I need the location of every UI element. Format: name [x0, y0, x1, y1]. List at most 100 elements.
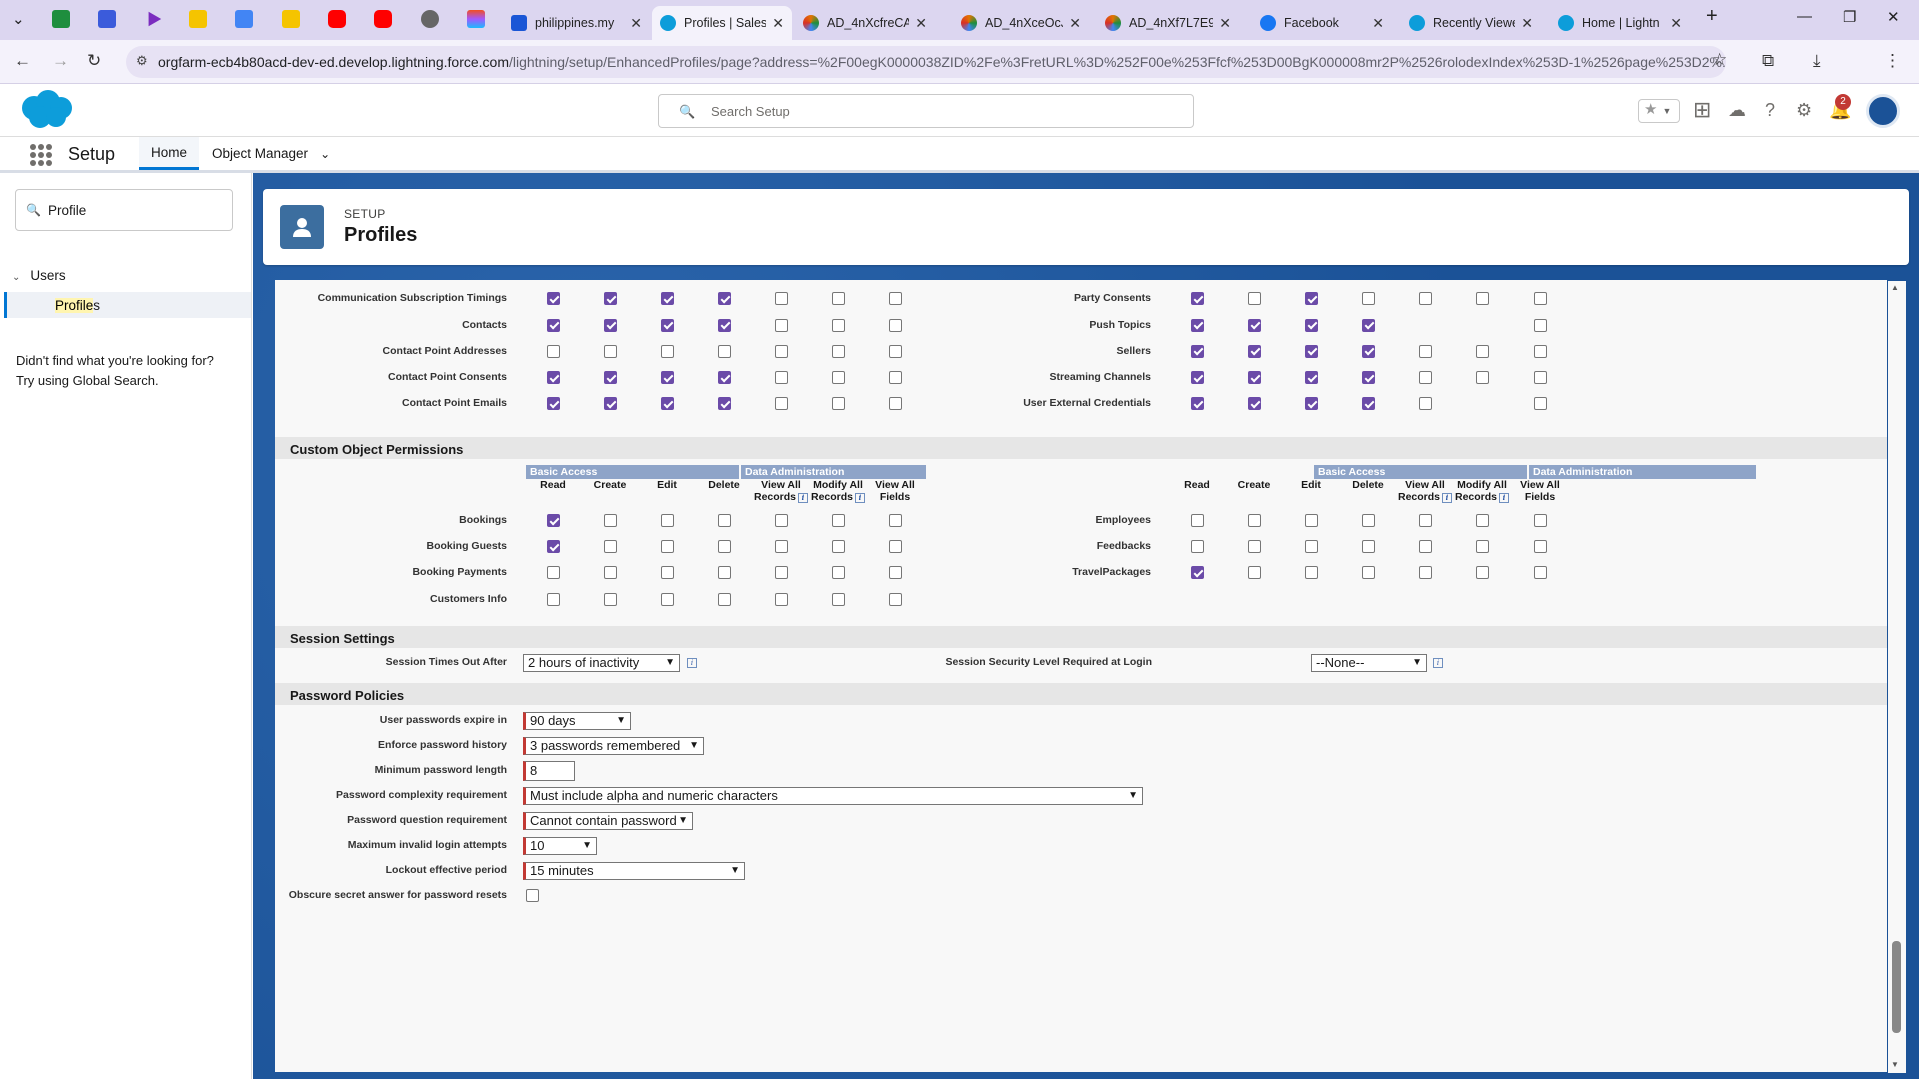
password-question-select[interactable]: Cannot contain password ▼: [523, 812, 693, 830]
permission-checkbox[interactable]: [1534, 514, 1547, 527]
password-complexity-select[interactable]: Must include alpha and numeric character…: [523, 787, 1143, 805]
permission-checkbox[interactable]: [1248, 318, 1261, 332]
permission-checkbox[interactable]: [1419, 344, 1432, 358]
scroll-down-icon[interactable]: ▼: [1891, 1060, 1899, 1069]
permission-checkbox[interactable]: [1419, 371, 1432, 384]
close-tab-icon[interactable]: ✕: [1670, 15, 1682, 32]
permission-checkbox[interactable]: [1248, 566, 1261, 580]
permission-checkbox[interactable]: [1362, 371, 1375, 384]
permission-checkbox[interactable]: [1191, 344, 1204, 358]
close-tab-icon[interactable]: ✕: [1219, 15, 1231, 32]
close-tab-icon[interactable]: ✕: [915, 15, 927, 32]
lockout-period-select[interactable]: 15 minutes ▼: [523, 862, 745, 880]
help-icon[interactable]: ?: [1765, 100, 1775, 121]
permission-checkbox[interactable]: [604, 592, 617, 606]
info-icon[interactable]: i: [1433, 658, 1443, 668]
permission-checkbox[interactable]: [1534, 318, 1547, 332]
back-icon[interactable]: ←: [14, 51, 31, 71]
permission-checkbox[interactable]: [1305, 292, 1318, 306]
permission-checkbox[interactable]: [1191, 397, 1204, 411]
permission-checkbox[interactable]: [1248, 514, 1261, 527]
scroll-up-icon[interactable]: ▲: [1891, 283, 1899, 292]
close-tab-icon[interactable]: ✕: [1372, 15, 1384, 32]
site-info-icon[interactable]: ⚙: [136, 53, 148, 69]
permission-checkbox[interactable]: [1305, 566, 1318, 580]
permission-checkbox[interactable]: [1534, 371, 1547, 384]
reload-icon[interactable]: ↻: [87, 51, 101, 71]
close-window-icon[interactable]: ✕: [1887, 8, 1900, 26]
close-tab-icon[interactable]: ✕: [1521, 15, 1533, 32]
permission-checkbox[interactable]: [1305, 514, 1318, 527]
pinned-tab-figma-icon[interactable]: [467, 10, 485, 28]
permission-checkbox[interactable]: [1534, 292, 1547, 306]
permission-checkbox[interactable]: [1191, 371, 1204, 384]
permission-checkbox[interactable]: [547, 592, 560, 606]
permission-checkbox[interactable]: [718, 592, 731, 606]
browser-tab[interactable]: AD_4nXceOcJ ✕: [953, 6, 1089, 40]
pinned-tab-shield-icon[interactable]: [98, 10, 116, 28]
scrollbar-thumb[interactable]: [1892, 941, 1901, 1033]
app-launcher-icon[interactable]: [30, 144, 52, 166]
browser-tab[interactable]: Facebook ✕: [1252, 6, 1392, 40]
pinned-tab-play-icon[interactable]: [148, 11, 162, 27]
permission-checkbox[interactable]: [1191, 540, 1204, 554]
url-field[interactable]: ⚙ orgfarm-ecb4b80acd-dev-ed.develop.ligh…: [126, 46, 1726, 78]
permission-checkbox[interactable]: [1419, 540, 1432, 554]
new-tab-icon[interactable]: +: [1706, 5, 1718, 28]
tree-node-users[interactable]: ⌄ Users: [12, 268, 66, 283]
browser-tab-active[interactable]: Profiles | Salesf ✕: [652, 6, 792, 40]
permission-checkbox[interactable]: [1476, 344, 1489, 358]
setup-gear-icon[interactable]: ⚙: [1796, 100, 1812, 121]
tree-node-profiles[interactable]: Profile s: [4, 292, 251, 318]
permission-checkbox[interactable]: [1362, 514, 1375, 527]
permission-checkbox[interactable]: [1362, 344, 1375, 358]
permission-checkbox[interactable]: [1305, 371, 1318, 384]
forward-icon[interactable]: →: [52, 51, 69, 71]
permission-checkbox[interactable]: [1191, 566, 1204, 580]
password-expire-select[interactable]: 90 days ▼: [523, 712, 631, 730]
global-actions-plus-icon[interactable]: ⊞: [1693, 97, 1711, 123]
browser-tab[interactable]: AD_4nXcfreCA ✕: [795, 6, 935, 40]
permission-checkbox[interactable]: [1362, 318, 1375, 332]
permission-checkbox[interactable]: [1476, 540, 1489, 554]
quick-find-input[interactable]: 🔍 Profile: [15, 189, 233, 231]
pinned-tab-miro-icon[interactable]: [189, 10, 207, 28]
permission-checkbox[interactable]: [832, 592, 845, 606]
minimize-icon[interactable]: —: [1797, 8, 1812, 25]
permission-checkbox[interactable]: [1248, 397, 1261, 411]
breadcrumb[interactable]: SETUP: [344, 207, 386, 221]
password-minlength-input[interactable]: 8: [523, 761, 575, 781]
trailhead-guidance-icon[interactable]: ☁: [1728, 100, 1746, 121]
download-icon[interactable]: ⤓: [1813, 51, 1821, 71]
permission-checkbox[interactable]: [1305, 540, 1318, 554]
nav-tab-object-manager[interactable]: Object Manager ⌄: [200, 137, 342, 170]
permission-checkbox[interactable]: [1191, 514, 1204, 527]
permission-checkbox[interactable]: [1534, 344, 1547, 358]
permission-checkbox[interactable]: [1305, 318, 1318, 332]
permission-checkbox[interactable]: [1362, 292, 1375, 306]
content-scrollbar[interactable]: ▲ ▼: [1888, 281, 1906, 1073]
permission-checkbox[interactable]: [1476, 566, 1489, 580]
permission-checkbox[interactable]: [889, 592, 902, 606]
pinned-tab-miro-icon[interactable]: [282, 10, 300, 28]
browser-tab[interactable]: AD_4nXf7L7E9 ✕: [1097, 6, 1239, 40]
permission-checkbox[interactable]: [1248, 344, 1261, 358]
user-avatar[interactable]: [1866, 94, 1900, 128]
permission-checkbox[interactable]: [1305, 397, 1318, 411]
tab-search-icon[interactable]: ⌄: [12, 10, 25, 28]
session-security-select[interactable]: --None-- ▼: [1311, 654, 1427, 672]
permission-checkbox[interactable]: [1362, 566, 1375, 580]
permission-checkbox[interactable]: [1419, 397, 1432, 411]
pinned-tab-youtube-icon[interactable]: [374, 10, 392, 28]
permission-checkbox[interactable]: [1476, 371, 1489, 384]
permission-checkbox[interactable]: [661, 592, 674, 606]
salesforce-logo-icon[interactable]: [16, 88, 76, 130]
restore-icon[interactable]: ❐: [1843, 8, 1856, 26]
close-tab-icon[interactable]: ✕: [1069, 15, 1081, 32]
permission-checkbox[interactable]: [1419, 292, 1432, 306]
bookmark-star-icon[interactable]: ☆: [1712, 50, 1727, 70]
pinned-tab-docs-icon[interactable]: [235, 10, 253, 28]
permission-checkbox[interactable]: [1534, 397, 1547, 411]
permission-checkbox[interactable]: [1362, 540, 1375, 554]
permission-checkbox[interactable]: [1248, 292, 1261, 306]
